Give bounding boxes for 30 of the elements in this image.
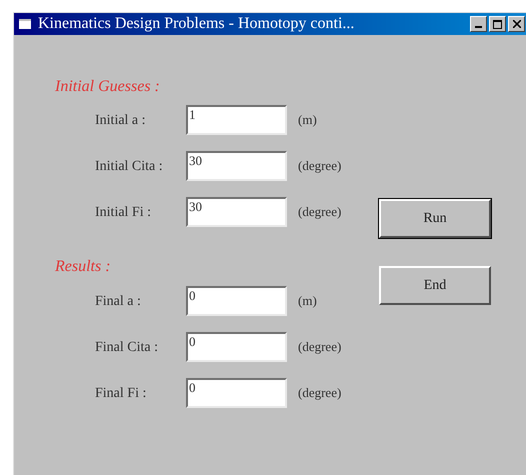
input-field[interactable]: 0 <box>186 286 287 316</box>
field-label: Initial a : <box>95 112 147 130</box>
field-label: Final Cita : <box>95 338 159 356</box>
window-title: Kinematics Design Problems - Homotopy conti... <box>38 16 354 32</box>
field-label: Final Fi : <box>95 384 148 402</box>
section-heading: Results : <box>55 257 111 277</box>
input-field[interactable]: 1 <box>186 105 287 135</box>
unit-label: (degree) <box>298 338 342 356</box>
field-label: Initial Fi : <box>95 204 152 222</box>
input-field[interactable]: 30 <box>186 197 287 227</box>
input-field[interactable]: 0 <box>186 378 287 408</box>
close-icon <box>512 20 520 28</box>
input-field[interactable]: 0 <box>186 332 287 362</box>
close-button[interactable] <box>508 16 525 32</box>
section-heading: Initial Guesses : <box>55 78 160 95</box>
minimize-button[interactable] <box>470 16 487 32</box>
maximize-button[interactable] <box>489 16 506 32</box>
unit-label: (m) <box>298 111 317 130</box>
window-icon <box>18 18 32 30</box>
maximize-icon <box>493 20 502 28</box>
input-field[interactable]: 30 <box>186 151 287 181</box>
unit-label: (degree) <box>298 157 342 176</box>
unit-label: (degree) <box>298 384 342 402</box>
action-button[interactable]: End <box>379 266 491 305</box>
minimize-icon <box>475 26 482 28</box>
field-label: Initial Cita : <box>95 158 164 176</box>
unit-label: (degree) <box>298 203 342 222</box>
action-button[interactable]: Run <box>379 199 491 238</box>
unit-label: (m) <box>298 292 317 310</box>
field-label: Final a : <box>95 292 142 310</box>
